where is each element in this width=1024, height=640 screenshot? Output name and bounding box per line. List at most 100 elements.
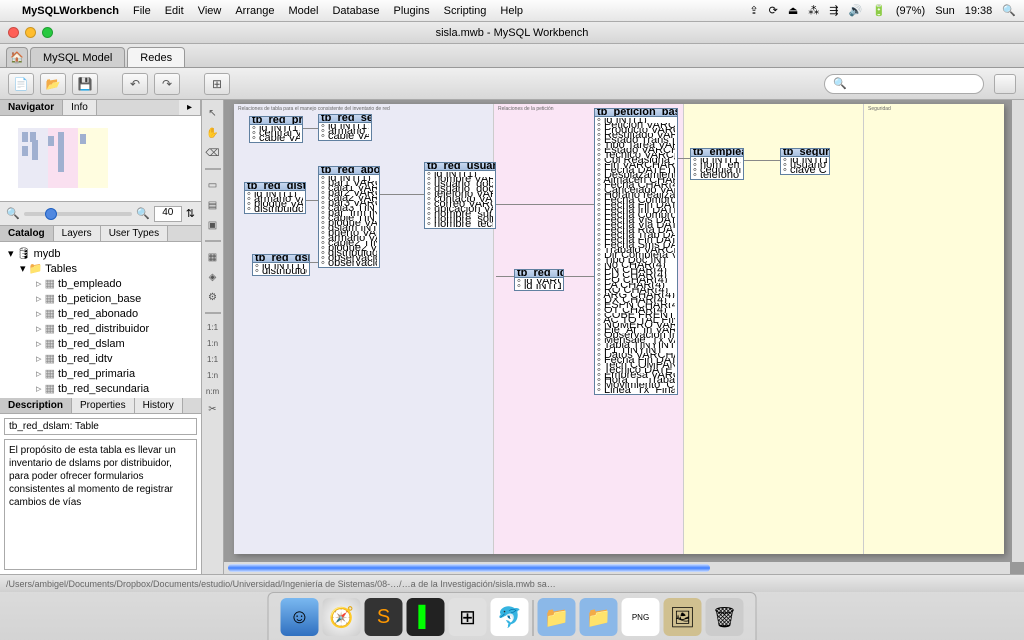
tab-info[interactable]: Info [63, 100, 97, 115]
dropbox-icon[interactable]: ⇪ [749, 4, 758, 17]
wifi-icon[interactable]: ⇶ [829, 4, 838, 17]
spotlight-icon[interactable]: 🔍 [1002, 4, 1016, 17]
zoom-in-button[interactable]: 🔍 [136, 207, 150, 220]
zoom-stepper[interactable]: ⇅ [186, 207, 195, 220]
tree-database[interactable]: 🛢 mydb [4, 246, 197, 261]
dock-folder-icon[interactable]: 📁 [580, 598, 618, 636]
hand-tool[interactable]: ✋ [204, 124, 222, 142]
image-tool[interactable]: ▣ [204, 216, 222, 234]
entity-tb-peticion-base[interactable]: tb_peticion_base ◦ id INT(1)◦ Peticion V… [594, 108, 678, 395]
tab-user-types[interactable]: User Types [101, 226, 168, 241]
tree-table[interactable]: tb_red_distribuidor [4, 321, 197, 336]
save-file-button[interactable]: 💾 [72, 73, 98, 95]
relation-1-n-id[interactable]: 1:n [204, 368, 222, 382]
entity-tb-red-secundaria[interactable]: tb_red_secundaria ◦ id INT(1)◦ armario V… [318, 114, 372, 141]
tree-table[interactable]: tb_empleado [4, 276, 197, 291]
entity-tb-red-distribuidor[interactable]: tb_red_distribuidor ◦ id INT(1)◦ armario… [244, 182, 306, 214]
table-tool[interactable]: ▦ [204, 248, 222, 266]
tree-table[interactable]: tb_red_secundaria [4, 381, 197, 396]
tree-table[interactable]: tb_red_dslam [4, 336, 197, 351]
menu-scripting[interactable]: Scripting [444, 5, 487, 17]
region-seguridad[interactable]: Seguridad [864, 104, 1004, 554]
tree-tables-folder[interactable]: Tables [4, 261, 197, 276]
model-overview[interactable] [0, 116, 201, 202]
dock-calculator-icon[interactable]: ⊞ [449, 598, 487, 636]
zoom-window-button[interactable] [42, 27, 53, 38]
menu-view[interactable]: View [198, 5, 222, 17]
canvas-scrollbar-horizontal[interactable] [224, 562, 1010, 574]
clock-day[interactable]: Sun [935, 5, 955, 17]
menu-edit[interactable]: Edit [165, 5, 184, 17]
relation-existing-tool[interactable]: ✂ [204, 400, 222, 418]
bluetooth-icon[interactable]: ⁂ [808, 4, 819, 17]
search-go-button[interactable] [994, 74, 1016, 94]
dock-safari-icon[interactable]: 🧭 [323, 598, 361, 636]
sync-icon[interactable]: ⟳ [769, 4, 778, 17]
dock-sublime-icon[interactable]: S [365, 598, 403, 636]
zoom-out-button[interactable]: 🔍 [6, 207, 20, 220]
close-window-button[interactable] [8, 27, 19, 38]
menu-model[interactable]: Model [288, 5, 318, 17]
dock-image-icon[interactable]: 🖼 [664, 598, 702, 636]
diagram-canvas-viewport[interactable]: Relaciones de tabla para el manejo consi… [224, 100, 1024, 574]
volume-icon[interactable]: 🔊 [848, 4, 862, 17]
pointer-tool[interactable]: ↖ [204, 104, 222, 122]
tab-redes[interactable]: Redes [127, 47, 185, 67]
entity-tb-red-usuario[interactable]: tb_red_usuario ◦ id INT(1)◦ nombre VARCH… [424, 162, 496, 229]
undo-button[interactable]: ↶ [122, 73, 148, 95]
dock-terminal-icon[interactable]: ▌ [407, 598, 445, 636]
dock-png-file-icon[interactable]: PNG [622, 598, 660, 636]
relation-1-1-id[interactable]: 1:1 [204, 352, 222, 366]
dock-mysqlworkbench-icon[interactable]: 🐬 [491, 598, 529, 636]
description-object-field[interactable]: tb_red_dslam: Table [4, 418, 197, 435]
minimize-window-button[interactable] [25, 27, 36, 38]
dock-trash-icon[interactable]: 🗑 [706, 598, 744, 636]
canvas-scrollbar-vertical[interactable] [1012, 100, 1024, 562]
tab-catalog[interactable]: Catalog [0, 226, 54, 241]
tab-navigator[interactable]: Navigator [0, 100, 63, 115]
entity-tb-red-dslam[interactable]: tb_red_dslam ◦ id INT(1)◦ distribuidor V… [252, 254, 310, 276]
routine-tool[interactable]: ⚙ [204, 288, 222, 306]
zoom-slider[interactable] [24, 212, 132, 216]
tree-table[interactable]: tb_red_idtv [4, 351, 197, 366]
new-file-button[interactable]: 📄 [8, 73, 34, 95]
relation-1-1-nonid[interactable]: 1:1 [204, 320, 222, 334]
note-tool[interactable]: ▤ [204, 196, 222, 214]
relation-n-m[interactable]: n:m [204, 384, 222, 398]
tree-table[interactable]: tb_red_primaria [4, 366, 197, 381]
home-tab[interactable]: 🏠 [6, 47, 28, 67]
view-tool[interactable]: ◈ [204, 268, 222, 286]
diagram-canvas[interactable]: Relaciones de tabla para el manejo consi… [234, 104, 1004, 554]
dock-finder-icon[interactable]: ☺ [281, 598, 319, 636]
relation-1-n-nonid[interactable]: 1:n [204, 336, 222, 350]
redo-button[interactable]: ↷ [154, 73, 180, 95]
entity-tb-red-primaria[interactable]: tb_red_primaria ◦ id INT(1)◦ central VAR… [249, 116, 303, 143]
dock-folder-icon[interactable]: 📁 [538, 598, 576, 636]
tab-history[interactable]: History [135, 398, 183, 413]
eject-icon[interactable]: ⏏ [788, 4, 798, 17]
menu-help[interactable]: Help [500, 5, 523, 17]
menu-database[interactable]: Database [332, 5, 379, 17]
search-input[interactable]: 🔍 [824, 74, 984, 94]
tab-properties[interactable]: Properties [72, 398, 135, 413]
entity-tb-empleado[interactable]: tb_empleado ◦ id INT(1)◦ nom_emple INT◦ … [690, 148, 744, 180]
tab-layers[interactable]: Layers [54, 226, 101, 241]
tab-mysql-model[interactable]: MySQL Model [30, 47, 125, 67]
open-file-button[interactable]: 📂 [40, 73, 66, 95]
zoom-value[interactable]: 40 [154, 206, 182, 222]
menu-arrange[interactable]: Arrange [235, 5, 274, 17]
menu-file[interactable]: File [133, 5, 151, 17]
clock-time[interactable]: 19:38 [965, 5, 993, 17]
eraser-tool[interactable]: ⌫ [204, 144, 222, 162]
description-textarea[interactable]: El propósito de esta tabla es llevar un … [4, 439, 197, 570]
entity-tb-red-abonado[interactable]: tb_red_abonado ◦ id INT(1)◦ par1 VARCHAR… [318, 166, 380, 268]
entity-tb-red-idtv[interactable]: tb_red_idtv ◦ id VARCHAR(4)◦ id INT(1) [514, 269, 564, 291]
battery-icon[interactable]: 🔋 [872, 4, 886, 17]
entity-tb-seguridad[interactable]: tb_seguridad ◦ id INT(1)◦ usuario CHAR(4… [780, 148, 830, 175]
collapse-panel-button[interactable]: ▸ [179, 100, 201, 115]
app-menu[interactable]: MySQLWorkbench [22, 5, 119, 17]
menu-plugins[interactable]: Plugins [394, 5, 430, 17]
grid-button[interactable]: ⊞ [204, 73, 230, 95]
tree-table[interactable]: tb_peticion_base [4, 291, 197, 306]
tree-table[interactable]: tb_red_abonado [4, 306, 197, 321]
